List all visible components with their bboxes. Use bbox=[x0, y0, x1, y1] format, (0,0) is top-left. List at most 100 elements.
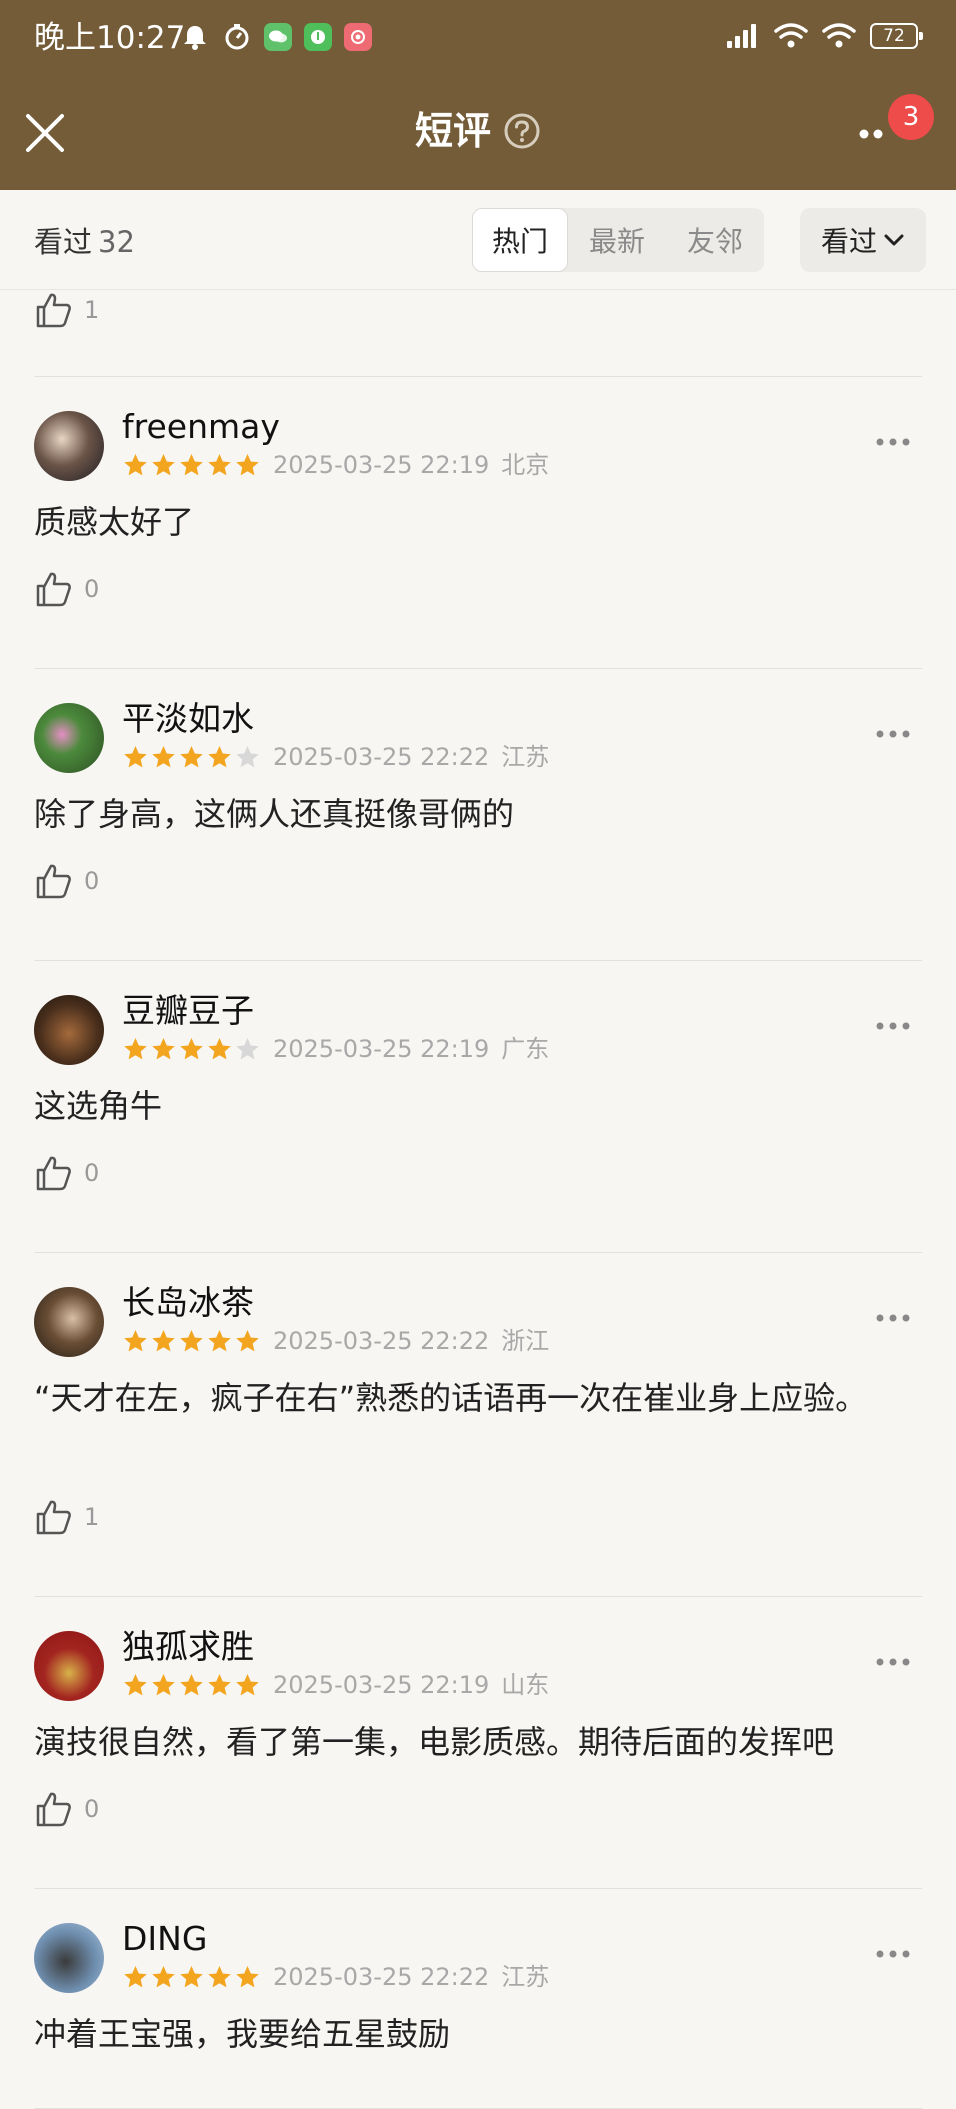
sort-segment: 热门 最新 友邻 bbox=[472, 208, 764, 272]
avatar[interactable] bbox=[34, 1287, 104, 1357]
star-filled-icon bbox=[124, 1965, 147, 1987]
comment-meta: 2025-03-25 22:19 广东 bbox=[122, 1035, 549, 1063]
like-count: 0 bbox=[84, 1159, 100, 1187]
comment-item: 独孤求胜 2025-03-25 22:19 山东 演技很自然，看了第一集，电影质… bbox=[34, 1597, 922, 1889]
battery-icon: 72 bbox=[870, 23, 923, 49]
comment-time: 2025-03-25 22:19 bbox=[273, 1671, 490, 1699]
comment-location: 山东 bbox=[501, 1671, 550, 1699]
comment-text: 这选角牛 bbox=[34, 1087, 163, 1125]
comment-item: 长岛冰茶 2025-03-25 22:22 浙江 “天才在左，疯子在右”熟悉的话… bbox=[34, 1253, 922, 1597]
watched-dropdown-label: 看过 bbox=[820, 225, 877, 258]
help-icon[interactable] bbox=[503, 112, 541, 150]
thumbs-up-icon[interactable] bbox=[34, 1497, 74, 1537]
status-left-icons bbox=[180, 22, 372, 52]
more-icon[interactable] bbox=[874, 435, 912, 449]
comment-location: 浙江 bbox=[501, 1327, 550, 1355]
star-filled-icon bbox=[124, 1329, 147, 1351]
like-count: 1 bbox=[84, 296, 100, 324]
watched-number: 32 bbox=[98, 225, 135, 259]
avatar[interactable] bbox=[34, 1923, 104, 1993]
comment-list: 1 freenmay 2025-03-25 22:19 北京 质感太好了 0 平… bbox=[0, 290, 956, 2109]
star-filled-icon bbox=[124, 745, 147, 767]
star-empty-icon bbox=[236, 1037, 259, 1059]
chevron-down-icon bbox=[884, 234, 904, 246]
comment-text: “天才在左，疯子在右”熟悉的话语再一次在崔业身上应验。 bbox=[34, 1379, 868, 1417]
thumbs-up-icon[interactable] bbox=[34, 290, 74, 330]
rating-stars bbox=[122, 1328, 261, 1355]
star-filled-icon bbox=[208, 745, 231, 767]
comment-meta: 2025-03-25 22:19 北京 bbox=[122, 451, 549, 479]
star-filled-icon bbox=[124, 1037, 147, 1059]
comment-time: 2025-03-25 22:19 bbox=[273, 451, 490, 479]
star-filled-icon bbox=[124, 1673, 147, 1695]
comment-time: 2025-03-25 22:22 bbox=[273, 1327, 490, 1355]
username[interactable]: 独孤求胜 bbox=[122, 1627, 254, 1667]
thumbs-up-icon[interactable] bbox=[34, 1789, 74, 1829]
comment-header: 平淡如水 2025-03-25 22:22 江苏 bbox=[34, 699, 922, 773]
avatar[interactable] bbox=[34, 995, 104, 1065]
username[interactable]: 平淡如水 bbox=[122, 699, 254, 739]
wechat-icon bbox=[264, 23, 292, 51]
star-filled-icon bbox=[236, 453, 259, 475]
star-filled-icon bbox=[236, 1673, 259, 1695]
avatar[interactable] bbox=[34, 1631, 104, 1701]
rating-stars bbox=[122, 452, 261, 479]
like-row: 1 bbox=[34, 1497, 99, 1537]
comment-location: 江苏 bbox=[501, 743, 550, 771]
comment-text: 质感太好了 bbox=[34, 503, 195, 541]
comment-item: 平淡如水 2025-03-25 22:22 江苏 除了身高，这俩人还真挺像哥俩的… bbox=[34, 669, 922, 961]
star-filled-icon bbox=[180, 1329, 203, 1351]
like-row: 0 bbox=[34, 1789, 99, 1829]
star-filled-icon bbox=[208, 453, 231, 475]
username[interactable]: freenmay bbox=[122, 407, 280, 447]
app-icon bbox=[304, 23, 332, 51]
comment-time: 2025-03-25 22:22 bbox=[273, 743, 490, 771]
more-icon[interactable] bbox=[874, 1019, 912, 1033]
tab-friends[interactable]: 友邻 bbox=[666, 208, 764, 272]
rating-stars bbox=[122, 1672, 261, 1699]
comment-item: DING 2025-03-25 22:22 江苏 冲着王宝强，我要给五星鼓励 bbox=[34, 1889, 922, 2109]
comment-text: 演技很自然，看了第一集，电影质感。期待后面的发挥吧 bbox=[34, 1723, 835, 1761]
star-filled-icon bbox=[180, 1965, 203, 1987]
comment-header: freenmay 2025-03-25 22:19 北京 bbox=[34, 407, 922, 481]
rating-stars bbox=[122, 744, 261, 771]
username[interactable]: 豆瓣豆子 bbox=[122, 991, 254, 1031]
thumbs-up-icon[interactable] bbox=[34, 861, 74, 901]
more-icon[interactable] bbox=[874, 1655, 912, 1669]
status-bar: 晚上10:27 72 bbox=[0, 0, 956, 78]
thumbs-up-icon[interactable] bbox=[34, 1153, 74, 1193]
star-filled-icon bbox=[152, 745, 175, 767]
watched-label: 看过 bbox=[34, 225, 93, 259]
tab-hot[interactable]: 热门 bbox=[472, 208, 568, 272]
comment-header: DING 2025-03-25 22:22 江苏 bbox=[34, 1919, 922, 1993]
like-count: 0 bbox=[84, 867, 100, 895]
comment-text: 除了身高，这俩人还真挺像哥俩的 bbox=[34, 795, 515, 833]
more-icon[interactable] bbox=[874, 1311, 912, 1325]
comment-location: 江苏 bbox=[501, 1963, 550, 1991]
username[interactable]: 长岛冰茶 bbox=[122, 1283, 254, 1323]
star-filled-icon bbox=[152, 453, 175, 475]
alarm-icon bbox=[184, 26, 206, 50]
like-row: 1 bbox=[34, 290, 99, 330]
avatar[interactable] bbox=[34, 411, 104, 481]
partial-comment: 1 bbox=[34, 290, 922, 377]
star-filled-icon bbox=[208, 1329, 231, 1351]
comment-item: freenmay 2025-03-25 22:19 北京 质感太好了 0 bbox=[34, 377, 922, 669]
tab-latest[interactable]: 最新 bbox=[568, 208, 666, 272]
watched-count: 看过 32 bbox=[34, 222, 135, 262]
avatar[interactable] bbox=[34, 703, 104, 773]
status-time: 晚上10:27 bbox=[34, 20, 186, 56]
timer-icon bbox=[225, 24, 249, 50]
like-row: 0 bbox=[34, 1153, 99, 1193]
star-filled-icon bbox=[236, 1965, 259, 1987]
watched-dropdown[interactable]: 看过 bbox=[800, 208, 926, 272]
more-icon[interactable] bbox=[874, 727, 912, 741]
comment-meta: 2025-03-25 22:19 山东 bbox=[122, 1671, 549, 1699]
username[interactable]: DING bbox=[122, 1919, 207, 1959]
comment-location: 广东 bbox=[501, 1035, 550, 1063]
comment-text: 冲着王宝强，我要给五星鼓励 bbox=[34, 2015, 451, 2053]
like-row: 0 bbox=[34, 569, 99, 609]
thumbs-up-icon[interactable] bbox=[34, 569, 74, 609]
more-icon[interactable] bbox=[874, 1947, 912, 1961]
comment-time: 2025-03-25 22:22 bbox=[273, 1963, 490, 1991]
